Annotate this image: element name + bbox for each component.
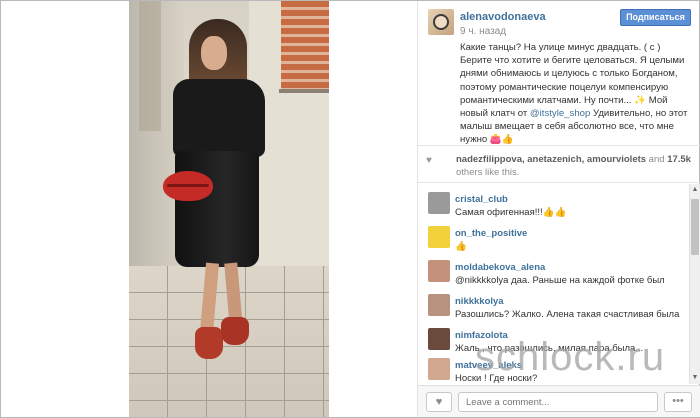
comment-username[interactable]: on_the_positive [455,228,527,239]
scrollbar-thumb[interactable] [691,199,699,255]
author-username[interactable]: alenavodonaeva [460,11,546,23]
photo-window-sill [279,89,329,93]
comment-item: nimfazolota Жаль , что разошлись, милая … [418,320,689,354]
likes-suffix: others like this. [456,167,520,178]
photo-shoe-right [221,317,249,345]
comment-item: moldabekova_alena @nikkkkolya даа. Раньш… [418,252,689,286]
comment-item: matveev_aleks Носки ! Где носки? [418,350,689,384]
photo-window [281,1,329,89]
comment-text: Разошлись? Жалко. Алена такая счастливая… [455,309,680,320]
more-options-button[interactable]: ••• [664,392,692,412]
comment-item: nikkkkolya Разошлись? Жалко. Алена такая… [418,286,689,320]
comment-text: @nikkkkolya даа. Раньше на каждой фотке … [455,275,665,286]
comment-avatar[interactable] [428,294,450,316]
heart-icon: ♥ [435,396,443,408]
author-avatar[interactable] [428,9,454,35]
photo-shoe-left [195,327,223,359]
heart-icon: ♥ [426,155,432,166]
comment-username[interactable]: matveev_aleks [455,360,522,371]
likes-connector: and [646,154,668,165]
photo-skirt [175,151,259,267]
comment-item: cristal_club Самая офигенная!!!👍👍 [418,184,689,218]
comment-avatar[interactable] [428,328,450,350]
comments-scrollbar[interactable]: ▲ ▼ [689,184,700,384]
comment-username[interactable]: moldabekova_alena [455,262,545,273]
follow-button[interactable]: Подписаться [620,9,691,26]
comment-text: Носки ! Где носки? [455,373,538,384]
comment-avatar[interactable] [428,358,450,380]
comment-avatar[interactable] [428,226,450,248]
more-options-icon: ••• [672,395,684,407]
comment-avatar[interactable] [428,192,450,214]
author-avatar-image [433,14,449,30]
likes-text: nadezfilippova, anetazenich, amourviolet… [456,153,692,179]
comment-input[interactable] [458,392,658,412]
photo-lips-clutch-line [167,184,209,187]
post-sidebar: alenavodonaeva 9 ч. назад Подписаться Ка… [417,1,700,417]
likes-users[interactable]: nadezfilippova, anetazenich, amourviolet… [456,154,646,165]
photo-jacket [173,79,265,157]
photo-pane [1,1,416,417]
photo-face [201,36,227,70]
scroll-up-arrow-icon[interactable]: ▲ [690,186,700,193]
comment-username[interactable]: cristal_club [455,194,508,205]
comment-avatar[interactable] [428,260,450,282]
comment-username[interactable]: nikkkkolya [455,296,504,307]
comment-footer: ♥ ••• [418,385,700,417]
scroll-down-arrow-icon[interactable]: ▼ [690,374,700,381]
photo-doorframe [139,1,161,131]
comment-item: on_the_positive 👍 [418,218,689,252]
post-caption: Какие танцы? На улице минус двадцать. ( … [460,41,692,147]
comment-text: 👍 [455,241,467,252]
comment-username[interactable]: nimfazolota [455,330,508,341]
comment-text: Самая офигенная!!!👍👍 [455,207,567,218]
post-header: alenavodonaeva 9 ч. назад Подписаться Ка… [418,1,700,146]
likes-section: ♥ nadezfilippova, anetazenich, amourviol… [418,147,700,183]
caption-mention-link[interactable]: @itstyle_shop [530,108,590,119]
likes-count[interactable]: 17.5k [667,154,691,165]
post-photo[interactable] [129,1,329,417]
comments-list: cristal_club Самая офигенная!!!👍👍 on_the… [418,184,689,384]
like-button[interactable]: ♥ [426,392,452,412]
post-time: 9 ч. назад [460,26,507,37]
